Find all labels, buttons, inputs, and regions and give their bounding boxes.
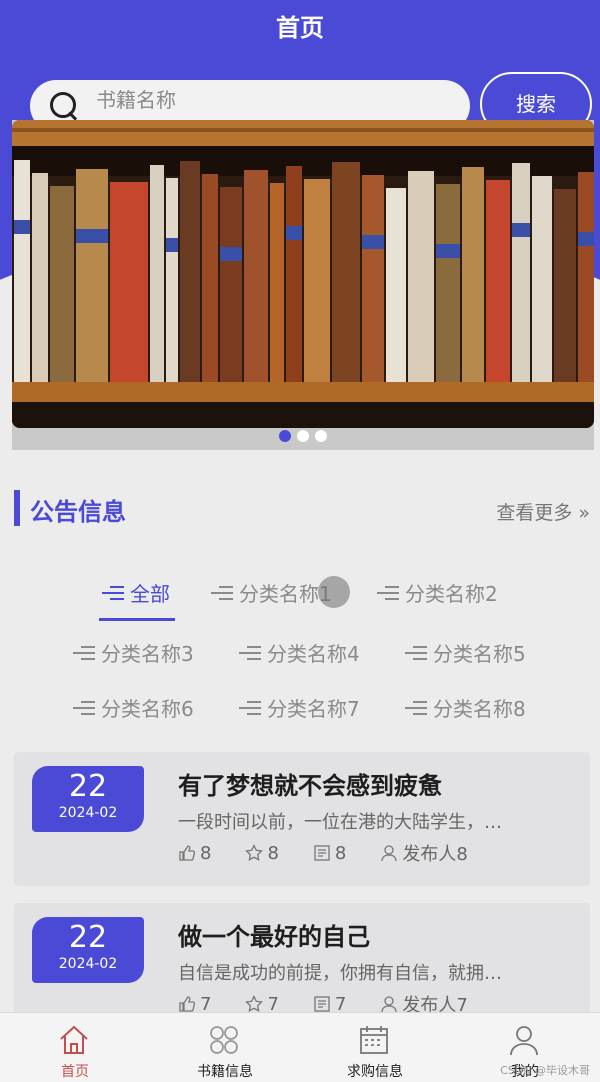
- person-icon: [381, 996, 398, 1013]
- card-description: 一段时间以前，一位在港的大陆学生，…: [178, 812, 502, 833]
- bookshelf-image: [12, 120, 594, 428]
- category-label: 全部: [130, 582, 170, 606]
- category-tab[interactable]: 分类名称6: [73, 693, 194, 722]
- view-stat: 8: [313, 840, 346, 866]
- category-label: 分类名称2: [405, 582, 498, 606]
- category-label: 分类名称8: [433, 697, 526, 721]
- notice-section-header: 公告信息 查看更多 »: [14, 488, 590, 528]
- date-year-month: 2024-02: [58, 805, 118, 821]
- section-title: 公告信息: [30, 498, 126, 526]
- list-icon: [405, 700, 427, 716]
- banner-carousel[interactable]: [12, 120, 594, 450]
- banner-image-bookshelf[interactable]: [12, 120, 594, 428]
- home-icon: [60, 1025, 88, 1054]
- category-label: 分类名称4: [267, 642, 360, 666]
- list-icon: [73, 700, 95, 716]
- like-count: 8: [200, 842, 212, 864]
- category-tab[interactable]: 分类名称1: [211, 578, 332, 607]
- person-icon: [381, 845, 398, 862]
- thumbs-up-icon: [179, 845, 196, 861]
- category-label: 分类名称5: [433, 642, 526, 666]
- document-icon: [314, 996, 330, 1012]
- tab-label: 首页: [61, 1064, 89, 1080]
- tab-label: 求购信息: [347, 1064, 403, 1080]
- category-tab[interactable]: 分类名称8: [405, 693, 526, 722]
- touch-indicator: [318, 576, 350, 608]
- list-icon: [73, 645, 95, 661]
- tab-purchase-requests[interactable]: 求购信息: [300, 1013, 450, 1082]
- tab-home[interactable]: 首页: [0, 1013, 150, 1082]
- card-description: 自信是成功的前提，你拥有自信，就拥…: [178, 963, 502, 984]
- list-icon: [239, 700, 261, 716]
- category-label: 分类名称3: [101, 642, 194, 666]
- watermark: CSDN @毕设木哥: [500, 1064, 590, 1077]
- grid-icon: [210, 1026, 238, 1054]
- star-icon: [245, 844, 264, 862]
- card-title: 做一个最好的自己: [178, 923, 370, 951]
- card-title: 有了梦想就不会感到疲惫: [178, 772, 442, 800]
- list-icon: [377, 585, 399, 601]
- category-tab[interactable]: 分类名称5: [405, 638, 526, 667]
- category-label: 分类名称7: [267, 697, 360, 721]
- list-icon: [211, 585, 233, 601]
- date-badge: 22 2024-02: [32, 766, 144, 832]
- publisher-stat: 发布人8: [380, 840, 468, 866]
- star-icon: [245, 995, 264, 1013]
- category-label: 分类名称6: [101, 697, 194, 721]
- page-title: 首页: [276, 14, 324, 42]
- publisher-name: 发布人8: [402, 844, 468, 865]
- star-stat: 8: [245, 840, 279, 866]
- like-stat: 8: [178, 840, 211, 866]
- list-icon: [239, 645, 261, 661]
- carousel-dot[interactable]: [279, 430, 291, 442]
- notice-card[interactable]: 22 2024-02 有了梦想就不会感到疲惫 一段时间以前，一位在港的大陆学生，…: [14, 752, 590, 886]
- tab-label: 书籍信息: [197, 1064, 253, 1080]
- section-accent-bar: [14, 490, 20, 526]
- view-more-link[interactable]: 查看更多 »: [496, 498, 590, 525]
- carousel-dot[interactable]: [315, 430, 327, 442]
- list-icon: [102, 585, 124, 601]
- date-badge: 22 2024-02: [32, 917, 144, 983]
- calendar-icon: [360, 1026, 388, 1054]
- category-tab[interactable]: 分类名称7: [239, 693, 360, 722]
- date-day: 22: [68, 920, 108, 955]
- category-tab-all[interactable]: 全部: [102, 578, 170, 607]
- user-icon: [510, 1026, 538, 1056]
- date-year-month: 2024-02: [58, 956, 118, 972]
- category-tab[interactable]: 分类名称3: [73, 638, 194, 667]
- star-count: 8: [267, 842, 279, 864]
- view-count: 8: [334, 842, 347, 864]
- carousel-dot[interactable]: [297, 430, 309, 442]
- search-input[interactable]: [96, 88, 436, 112]
- category-tab[interactable]: 分类名称4: [239, 638, 360, 667]
- active-category-underline: [99, 618, 175, 621]
- document-icon: [314, 845, 330, 861]
- thumbs-up-icon: [179, 996, 196, 1012]
- tab-books[interactable]: 书籍信息: [150, 1013, 300, 1082]
- category-tab[interactable]: 分类名称2: [377, 578, 498, 607]
- search-icon: [48, 90, 78, 120]
- list-icon: [405, 645, 427, 661]
- carousel-dots: [12, 430, 594, 442]
- card-stats: 8 8 8 发布人8: [178, 840, 502, 866]
- date-day: 22: [68, 769, 108, 804]
